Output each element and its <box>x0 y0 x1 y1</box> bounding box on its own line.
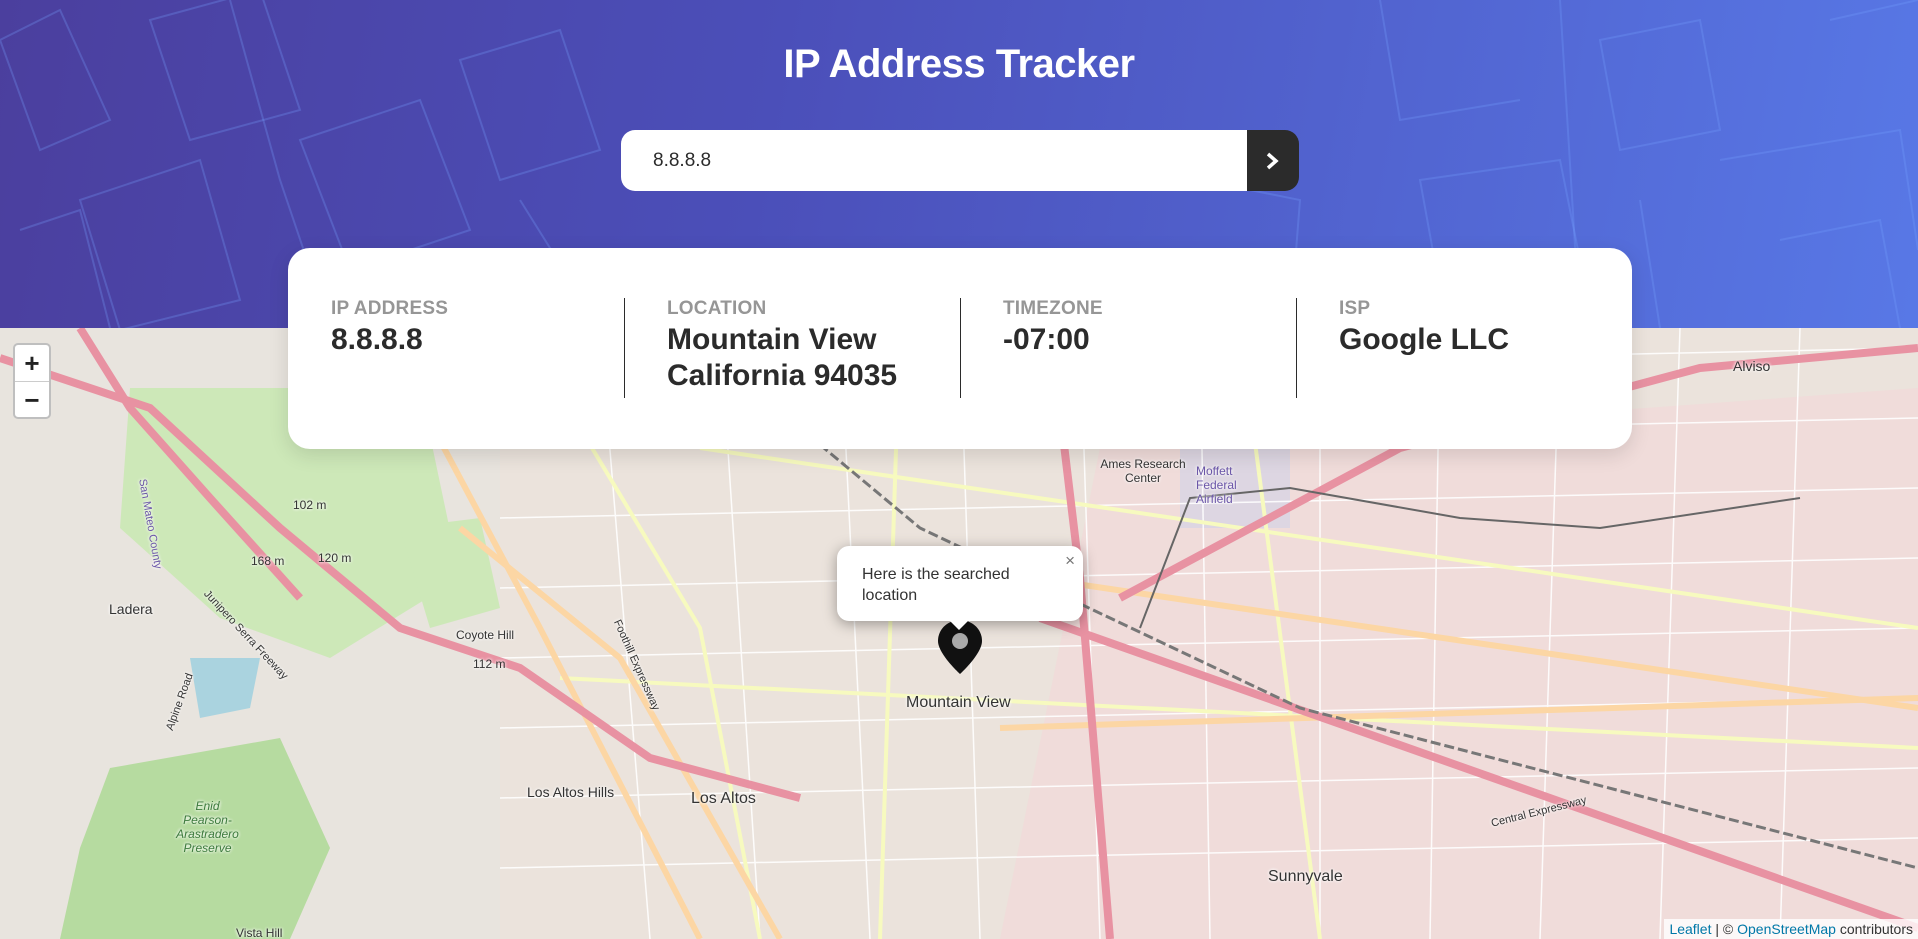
info-value: 8.8.8.8 <box>331 323 423 356</box>
ip-search-input[interactable] <box>621 130 1247 191</box>
popup-tip <box>946 617 972 630</box>
map-label-sunnyvale: Sunnyvale <box>1268 868 1343 885</box>
divider <box>960 298 961 398</box>
map-label-alviso: Alviso <box>1733 358 1771 374</box>
map-label-elevation: 112 m <box>473 657 506 671</box>
leaflet-link[interactable]: Leaflet <box>1669 921 1711 937</box>
map-label-mountain-view: Mountain View <box>906 694 1011 711</box>
zoom-control: + − <box>13 343 51 419</box>
map-label-moffett: Moffett Federal Airfield <box>1196 464 1237 506</box>
popup-text: Here is the searched location <box>862 566 1010 604</box>
divider <box>624 298 625 398</box>
ip-info-card: IP ADDRESS 8.8.8.8 LOCATION Mountain Vie… <box>288 248 1632 449</box>
info-label: TIMEZONE <box>1003 298 1103 319</box>
location-popup: × Here is the searched location <box>837 546 1083 621</box>
info-label: ISP <box>1339 298 1371 319</box>
osm-link[interactable]: OpenStreetMap <box>1737 921 1836 937</box>
info-timezone: TIMEZONE -07:00 <box>960 248 1296 449</box>
map-label-elevation: 102 m <box>293 498 327 512</box>
search-submit-button[interactable] <box>1247 130 1299 191</box>
info-ip-address: IP ADDRESS 8.8.8.8 <box>288 248 624 449</box>
info-value-line: California 94035 <box>667 359 898 392</box>
zoom-in-button[interactable]: + <box>15 345 49 382</box>
popup-close-button[interactable]: × <box>1065 550 1075 571</box>
chevron-right-icon <box>1266 152 1279 169</box>
attribution-separator: | © <box>1711 921 1738 937</box>
map-label-ames: Ames Research Center <box>1100 457 1186 485</box>
zoom-out-button[interactable]: − <box>15 382 49 418</box>
map-label-vista-hill: Vista Hill <box>236 926 283 939</box>
info-value: -07:00 <box>1003 323 1090 356</box>
divider <box>1296 298 1297 398</box>
info-location: LOCATION Mountain View California 94035 <box>624 248 960 449</box>
page-title: IP Address Tracker <box>783 42 1135 86</box>
map-attribution: Leaflet | © OpenStreetMap contributors <box>1664 919 1918 939</box>
info-label: IP ADDRESS <box>331 298 449 319</box>
info-value-line: Mountain View <box>667 323 877 356</box>
info-value: Mountain View California 94035 <box>667 322 960 394</box>
map-label-elevation: 120 m <box>318 551 352 565</box>
search-bar <box>621 130 1299 191</box>
map-label-los-altos-hills: Los Altos Hills <box>527 784 615 800</box>
map-label-coyote-hill: Coyote Hill <box>456 628 515 642</box>
map-label-los-altos: Los Altos <box>691 790 756 807</box>
map-label-preserve: Enid Pearson-Arastradero Preserve <box>176 799 239 855</box>
map-label-elevation: 168 m <box>251 554 285 568</box>
map-label-ladera: Ladera <box>109 601 153 617</box>
info-label: LOCATION <box>667 298 767 319</box>
info-value: Google LLC <box>1339 323 1509 356</box>
info-isp: ISP Google LLC <box>1296 248 1632 449</box>
attribution-contributors: contributors <box>1835 921 1913 937</box>
